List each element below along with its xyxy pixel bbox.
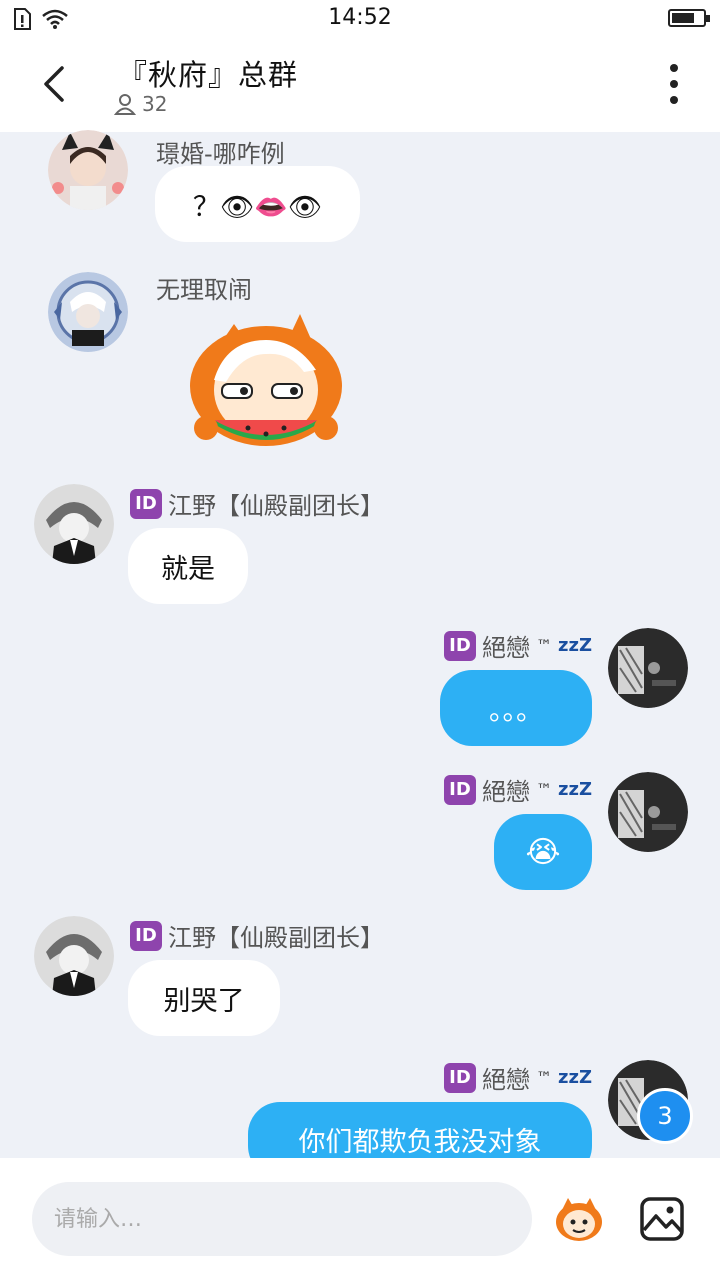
sender-name: ID 江野【仙殿副团长】 (130, 918, 384, 953)
trademark-symbol: ™ (536, 1068, 552, 1087)
id-badge: ID (444, 630, 476, 661)
message-bubble[interactable]: 😭 (494, 814, 592, 890)
watermelon-eating-sticker (190, 314, 342, 446)
image-icon (640, 1197, 684, 1241)
sender-name-text: 絕戀 (482, 1066, 530, 1094)
sticker-button[interactable] (554, 1196, 604, 1242)
id-badge: ID (130, 920, 162, 951)
sender-name: ID 絕戀 ™ zzZ (444, 772, 592, 807)
more-dot (670, 64, 678, 72)
more-dot (670, 80, 678, 88)
message-text: ？👁👄👁 (192, 191, 323, 223)
message-bubble[interactable]: 别哭了 (128, 960, 280, 1036)
member-count-value: 32 (142, 92, 168, 116)
input-bar (0, 1158, 720, 1280)
sender-name-text: 江野【仙殿副团长】 (168, 492, 384, 520)
avatar[interactable] (48, 272, 128, 352)
sender-name: ID 絕戀 ™ zzZ (444, 1060, 592, 1095)
sleep-zzz-icon: zzZ (558, 1067, 593, 1088)
more-dot (670, 96, 678, 104)
avatar[interactable] (48, 130, 128, 210)
person-icon (114, 94, 136, 115)
avatar[interactable] (608, 772, 688, 852)
trademark-symbol: ™ (536, 636, 552, 655)
back-button[interactable] (30, 58, 78, 110)
chat-header: 『秋府』总群 32 (0, 36, 720, 132)
sticker-message[interactable] (186, 310, 346, 456)
message-bubble[interactable]: ？👁👄👁 (155, 166, 360, 242)
sender-name-text: 江野【仙殿副团长】 (168, 924, 384, 952)
sender-name-text: 絕戀 (482, 778, 530, 806)
sender-name: 璟婚-哪咋例 (156, 134, 285, 169)
unread-count: 3 (657, 1102, 673, 1130)
battery-icon (668, 9, 710, 27)
image-button[interactable] (639, 1196, 685, 1242)
sender-name-text: 絕戀 (482, 634, 530, 662)
message-text: 😭 (525, 834, 561, 870)
message-text: 别哭了 (163, 985, 245, 1017)
group-title: 『秋府』总群 (118, 58, 299, 92)
unread-count-badge[interactable]: 3 (637, 1088, 693, 1144)
avatar[interactable] (34, 484, 114, 564)
avatar[interactable] (34, 916, 114, 996)
sender-name-text: 无理取闹 (156, 276, 252, 304)
message-bubble[interactable]: 就是 (128, 528, 248, 604)
sticker-icon (556, 1198, 602, 1241)
sleep-zzz-icon: zzZ (558, 635, 593, 656)
status-bar: 14:52 (0, 0, 720, 36)
id-badge: ID (130, 488, 162, 519)
message-text: 就是 (161, 553, 215, 585)
message-bubble[interactable]: 。。。 (440, 670, 592, 746)
sender-name-text: 璟婚-哪咋例 (156, 140, 285, 168)
sender-name: 无理取闹 (156, 270, 252, 305)
more-options-button[interactable] (664, 64, 684, 104)
message-text: 。。。 (489, 695, 543, 727)
member-count: 32 (114, 92, 167, 116)
id-badge: ID (444, 774, 476, 805)
sender-name: ID 江野【仙殿副团长】 (130, 486, 384, 521)
chevron-left-icon (44, 66, 64, 102)
message-text: 你们都欺负我没对象 (298, 1127, 542, 1158)
clock: 14:52 (328, 5, 392, 30)
sleep-zzz-icon: zzZ (558, 779, 593, 800)
avatar[interactable] (608, 628, 688, 708)
trademark-symbol: ™ (536, 780, 552, 799)
id-badge: ID (444, 1062, 476, 1093)
message-input[interactable] (32, 1182, 532, 1256)
sender-name: ID 絕戀 ™ zzZ (444, 628, 592, 663)
